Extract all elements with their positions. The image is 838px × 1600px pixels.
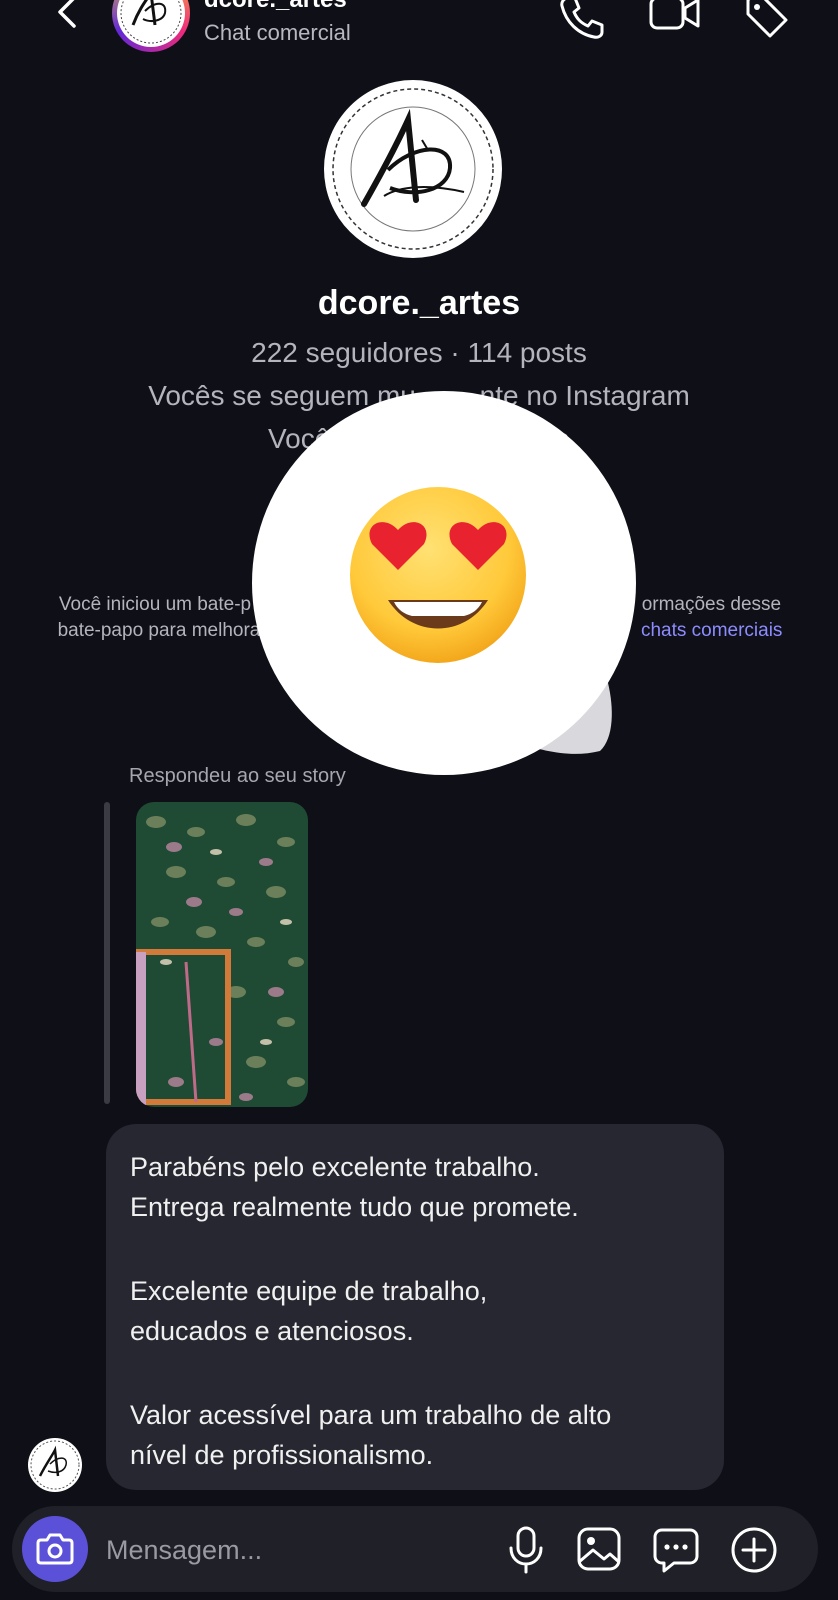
message-line: nível de profissionalismo. <box>130 1440 434 1470</box>
sticker-button[interactable] <box>652 1526 700 1574</box>
video-call-button[interactable] <box>648 0 702 40</box>
voice-message-button[interactable] <box>506 1524 546 1576</box>
emoji-reaction-sticker[interactable] <box>252 388 642 778</box>
story-reply-label: Respondeu ao seu story <box>129 765 346 787</box>
story-image <box>136 802 308 1107</box>
message-line: Parabéns pelo excelente trabalho. <box>130 1152 540 1182</box>
label-tag-button[interactable] <box>744 0 790 40</box>
back-button[interactable] <box>48 0 88 34</box>
brand-logo-icon <box>332 88 494 250</box>
message-line: Entrega realmente tudo que promete. <box>130 1192 579 1222</box>
profile-stats: 222 seguidores · 114 posts <box>251 337 587 368</box>
video-camera-icon <box>649 0 700 30</box>
microphone-icon <box>509 1526 543 1574</box>
call-button[interactable] <box>558 0 604 40</box>
heart-eyes-emoji-icon <box>252 391 636 775</box>
more-options-button[interactable] <box>730 1526 778 1574</box>
business-chats-link[interactable]: chats comerciais <box>641 620 783 641</box>
back-arrow-icon <box>58 0 76 28</box>
profile-logo[interactable] <box>324 80 502 258</box>
message-line: Valor acessível para um trabalho de alto <box>130 1400 612 1430</box>
notice-line1-left: Você iniciou um bate-p <box>58 594 252 615</box>
gallery-icon <box>577 1527 621 1571</box>
phone-icon <box>560 0 604 39</box>
message-input[interactable] <box>106 1528 446 1572</box>
message-line: Excelente equipe de trabalho, <box>130 1276 488 1306</box>
sticker-icon <box>653 1528 699 1573</box>
profile-username[interactable]: dcore._artes <box>0 284 838 323</box>
header-username[interactable]: dcore._artes <box>204 0 347 14</box>
gallery-button[interactable] <box>576 1526 622 1572</box>
story-thumbnail[interactable] <box>136 802 308 1107</box>
camera-button[interactable] <box>22 1516 88 1582</box>
tag-icon <box>746 0 788 38</box>
sender-avatar[interactable] <box>28 1438 82 1492</box>
notice-line2-left: bate-papo para melhora <box>57 620 261 641</box>
plus-circle-icon <box>731 1527 777 1573</box>
message-bubble[interactable]: Parabéns pelo excelente trabalho. Entreg… <box>106 1124 724 1490</box>
message-line: educados e atenciosos. <box>130 1316 414 1346</box>
notice-line1-right: ormações desse <box>641 594 782 615</box>
camera-icon <box>36 1533 74 1565</box>
story-reply-divider <box>104 802 110 1104</box>
header-subtitle: Chat comercial <box>204 20 351 45</box>
